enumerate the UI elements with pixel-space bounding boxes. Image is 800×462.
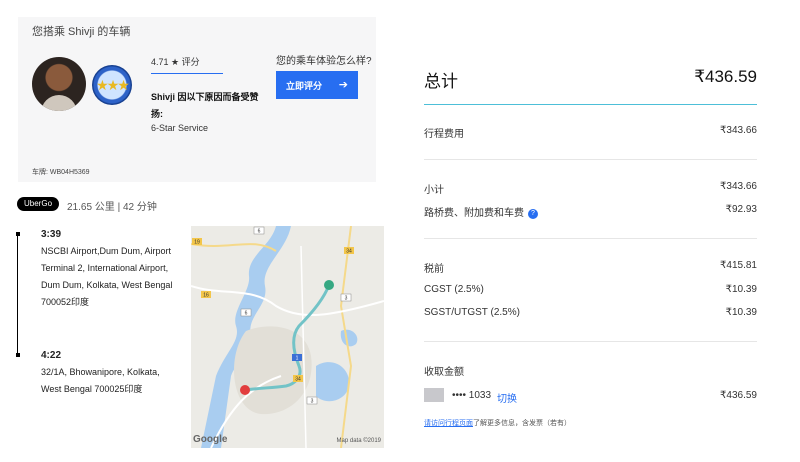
pretax-value: ₹415.81 (720, 260, 757, 271)
cgst-label: CGST (2.5%) (424, 284, 484, 295)
svg-text:6: 6 (258, 229, 261, 235)
map-attribution: Map data ©2019 (336, 438, 381, 444)
dropoff-time: 4:22 (41, 350, 62, 361)
footer-text: 了解更多信息，含发票（若有） (473, 420, 571, 427)
dropoff-stop: 4:22 32/1A, Bhowanipore, Kolkata, West B… (41, 347, 179, 398)
map-canvas: 19 6 34 16 6 3 1 34 3 (191, 226, 384, 448)
pickup-stop: 3:39 NSCBI Airport,Dum Dum, Airport Term… (41, 226, 179, 311)
lake-shape (316, 362, 350, 402)
six-star-badge-icon: ★★★ (92, 65, 132, 105)
pickup-pin-icon (324, 280, 334, 290)
compliment-heading: Shivji 因以下原因而备受赞扬: (151, 92, 259, 119)
total-divider (424, 104, 757, 105)
svg-text:3: 3 (311, 399, 314, 405)
rating-divider (151, 73, 223, 74)
driver-avatar (32, 57, 86, 111)
trip-page-link[interactable]: 请访问行程页面 (424, 420, 473, 427)
receipt-footer: 请访问行程页面了解更多信息，含发票（若有） (424, 418, 571, 428)
google-logo: Google (193, 434, 228, 445)
card-number: •••• 1033 (452, 390, 492, 401)
pickup-time: 3:39 (41, 229, 62, 240)
sgst-label: SGST/UTGST (2.5%) (424, 307, 520, 318)
pretax-label: 税前 (424, 264, 444, 275)
dropoff-address: 32/1A, Bhowanipore, Kolkata, West Bengal… (41, 367, 160, 394)
charged-label: 收取金额 (424, 367, 464, 378)
svg-text:34: 34 (346, 249, 352, 255)
rate-now-button[interactable]: 立即评分 ➔ (276, 71, 358, 99)
svg-text:6: 6 (245, 311, 248, 317)
sgst-row: SGST/UTGST (2.5%) ₹10.39 (424, 307, 757, 321)
svg-text:16: 16 (203, 293, 209, 299)
svg-text:1: 1 (296, 356, 299, 362)
product-badge: UberGo (17, 197, 60, 211)
cgst-value: ₹10.39 (725, 284, 757, 295)
road (191, 285, 384, 316)
pretax-row: 税前 ₹415.81 (424, 260, 757, 275)
info-icon[interactable]: ? (528, 209, 538, 219)
pickup-address: NSCBI Airport,Dum Dum, Airport Terminal … (41, 246, 173, 307)
divider (424, 341, 757, 342)
svg-text:19: 19 (194, 240, 200, 246)
cgst-row: CGST (2.5%) ₹10.39 (424, 284, 757, 298)
divider (424, 238, 757, 239)
svg-text:3: 3 (345, 296, 348, 302)
arrow-right-icon: ➔ (338, 79, 348, 91)
license-plate: 车牌: WB04H5369 (32, 169, 90, 176)
credit-card-icon (424, 388, 444, 402)
tolls-row: 路桥费、附加费和车费? ₹92.93 (424, 204, 757, 219)
dropoff-pin-icon (240, 385, 250, 395)
trip-fare-value: ₹343.66 (720, 125, 757, 136)
driver-rating: 4.71 ★ 评分 (151, 57, 200, 67)
subtotal-label: 小计 (424, 185, 444, 196)
charged-value: ₹436.59 (720, 390, 757, 401)
total-label: 总计 (424, 72, 458, 91)
svg-text:34: 34 (295, 377, 301, 383)
compliment-service: 6-Star Service (151, 123, 209, 133)
divider (424, 159, 757, 160)
tolls-label: 路桥费、附加费和车费 (424, 208, 524, 219)
route-map[interactable]: 19 6 34 16 6 3 1 34 3 Google Map data ©2… (191, 226, 384, 448)
total-value: ₹436.59 (694, 67, 757, 86)
charged-label-row: 收取金额 (424, 363, 757, 378)
driver-card: 您搭乘 Shivji 的车辆 ★★★ 4.71 ★ 评分 Shivji 因以下原… (18, 17, 376, 182)
route-timeline (17, 233, 20, 357)
subtotal-row: 小计 ₹343.66 (424, 181, 757, 196)
trip-fare-label: 行程费用 (424, 129, 464, 140)
dropoff-marker-icon (16, 353, 20, 357)
sgst-value: ₹10.39 (725, 307, 757, 318)
lake-shape (340, 329, 358, 347)
switch-payment-link[interactable]: 切换 (497, 390, 517, 405)
trip-fare-row: 行程费用 ₹343.66 (424, 125, 757, 140)
trip-distance-duration: 21.65 公里 | 42 分钟 (67, 202, 157, 213)
driver-card-title: 您搭乘 Shivji 的车辆 (32, 26, 131, 38)
tolls-value: ₹92.93 (725, 204, 757, 215)
rate-question: 您的乘车体验怎么样? (276, 56, 372, 67)
rate-now-label: 立即评分 (286, 80, 323, 91)
subtotal-value: ₹343.66 (720, 181, 757, 192)
pickup-marker-icon (16, 232, 20, 236)
